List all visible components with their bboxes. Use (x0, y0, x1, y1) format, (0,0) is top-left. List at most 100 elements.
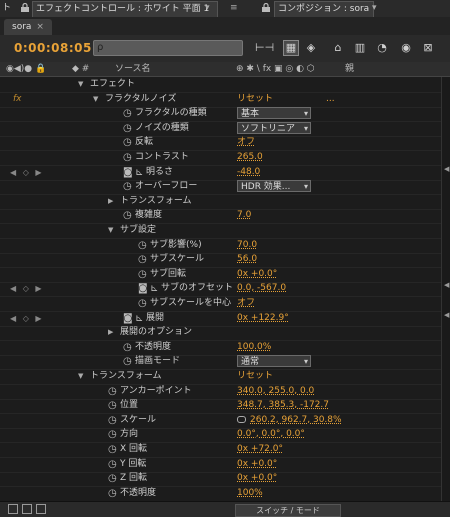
property-value[interactable]: 7.0 (237, 208, 251, 223)
graph-editor-icon[interactable]: ◉ (398, 40, 414, 56)
parent-column-header[interactable]: 親 (345, 62, 354, 76)
property-dropdown[interactable]: 基本 (237, 107, 311, 120)
property-value[interactable]: 0x +0.0° (237, 457, 277, 472)
property-value[interactable]: 0x +0.0° (237, 267, 277, 282)
stopwatch-icon[interactable]: ◷ (123, 106, 132, 121)
property-row[interactable]: ◷ X 回転 0x +72.0° (0, 442, 450, 458)
property-row[interactable]: ◷ 方向 0.0°, 0.0°, 0.0° (0, 427, 450, 443)
panel-menu-icon[interactable]: ≡ (230, 1, 238, 16)
property-row[interactable]: ▼ エフェクト (0, 77, 450, 93)
stopwatch-icon[interactable]: ◙ (123, 311, 133, 326)
ripple-icon[interactable]: ⊢⊣ (255, 40, 274, 56)
property-value[interactable]: 348.7, 385.3, -172.7 (237, 398, 329, 413)
keyframe-marker-icon[interactable]: ◀ (444, 165, 449, 173)
transfer-controls-icon[interactable] (22, 504, 32, 514)
property-row[interactable]: ◷ サブスケール 56.0 (0, 252, 450, 268)
property-row[interactable]: ◷ サブスケールを中心 オフ (0, 296, 450, 312)
chevron-down-icon[interactable]: ▾ (372, 1, 377, 16)
stopwatch-icon[interactable]: ◷ (123, 208, 132, 223)
stopwatch-icon[interactable]: ◷ (108, 457, 117, 472)
property-dropdown[interactable]: ソフトリニア (237, 122, 311, 135)
twirl-down-icon[interactable]: ▼ (78, 77, 83, 92)
av-column-header[interactable]: ◉◀)● 🔒 (6, 62, 46, 76)
stopwatch-icon[interactable]: ◷ (108, 486, 117, 501)
stopwatch-icon[interactable]: ◷ (123, 179, 132, 194)
property-dropdown[interactable]: HDR 効果... (237, 180, 311, 193)
stopwatch-icon[interactable]: ◷ (123, 354, 132, 369)
about-link[interactable]: ... (326, 92, 335, 107)
keyframe-navigator[interactable]: ◀ ◇ ▶ (10, 165, 44, 180)
property-row[interactable]: ◀ ◇ ▶ ◙ ⊾ サブのオフセット 0.0, -567.0 (0, 281, 450, 297)
property-dropdown[interactable]: 通常 (237, 355, 311, 368)
search-input[interactable]: ρ (93, 40, 243, 56)
label-column-header[interactable]: ◆ # (72, 62, 89, 76)
property-value[interactable]: 340.0, 255.0, 0.0 (237, 384, 314, 399)
property-value[interactable]: オフ (237, 135, 255, 150)
stopwatch-icon[interactable]: ◷ (123, 150, 132, 165)
layer-switch-icon[interactable] (8, 504, 18, 514)
twirl-down-icon[interactable]: ▼ (93, 92, 98, 107)
property-value[interactable]: 0x +122.9° (237, 311, 289, 326)
switches-modes-toggle[interactable]: スイッチ / モード (235, 504, 341, 517)
stopwatch-icon[interactable]: ◷ (123, 340, 132, 355)
keyframe-navigator[interactable]: ◀ ◇ ▶ (10, 311, 44, 326)
stopwatch-icon[interactable]: ◷ (123, 135, 132, 150)
twirl-down-icon[interactable]: ▼ (78, 369, 83, 384)
shy-layers-icon[interactable]: ⌂ (330, 40, 346, 56)
stopwatch-icon[interactable]: ◷ (138, 252, 147, 267)
property-value[interactable]: 0x +0.0° (237, 471, 277, 486)
property-value[interactable]: 260.2, 962.7, 30.8% (250, 413, 342, 428)
property-value[interactable]: 265.0 (237, 150, 263, 165)
property-row[interactable]: ▼ サブ設定 (0, 223, 450, 239)
source-name-column-header[interactable]: ソース名 (115, 62, 151, 76)
stopwatch-icon[interactable]: ◷ (108, 413, 117, 428)
in-out-icon[interactable] (36, 504, 46, 514)
property-row[interactable]: ▼ トランスフォーム リセット (0, 369, 450, 385)
graph-icon[interactable]: ⊾ (150, 281, 158, 296)
chevron-down-icon[interactable]: ▾ (205, 1, 210, 16)
motion-blur-icon[interactable]: ◔ (374, 40, 390, 56)
property-row[interactable]: ◷ 位置 348.7, 385.3, -172.7 (0, 398, 450, 414)
property-row[interactable]: ◷ フラクタルの種類 基本 (0, 106, 450, 122)
comp-flowchart-icon[interactable]: ▦ (283, 40, 299, 56)
stopwatch-icon[interactable]: ◷ (108, 471, 117, 486)
reset-link[interactable]: リセット (237, 92, 273, 107)
tab-sora[interactable]: sora × (4, 19, 52, 35)
graph-icon[interactable]: ⊾ (135, 165, 143, 180)
property-row[interactable]: ◷ 複雑度 7.0 (0, 208, 450, 224)
property-value[interactable]: 70.0 (237, 238, 257, 253)
twirl-right-icon[interactable]: ▶ (108, 325, 113, 340)
close-icon[interactable]: × (36, 22, 44, 32)
property-row[interactable]: ◷ 描画モード 通常 (0, 354, 450, 370)
property-value[interactable]: 100% (237, 486, 263, 501)
composition-tab[interactable]: コンポジション : sora (274, 1, 374, 18)
property-value[interactable]: 100.0% (237, 340, 271, 355)
stopwatch-icon[interactable]: ◷ (108, 398, 117, 413)
property-value[interactable]: オフ (237, 296, 255, 311)
twirl-down-icon[interactable]: ▼ (108, 223, 113, 238)
property-value[interactable]: 0x +72.0° (237, 442, 283, 457)
property-row[interactable]: ◷ Z 回転 0x +0.0° (0, 471, 450, 487)
switches-column-header[interactable]: ⊕ ✱ \ fx ▣ ◎ ◐ ⬡ (236, 62, 315, 76)
property-value[interactable]: 0.0°, 0.0°, 0.0° (237, 427, 305, 442)
stopwatch-icon[interactable]: ◷ (138, 296, 147, 311)
stopwatch-icon[interactable]: ◷ (108, 442, 117, 457)
property-value[interactable]: 56.0 (237, 252, 257, 267)
twirl-right-icon[interactable]: ▶ (108, 194, 113, 209)
brainstorm-icon[interactable]: ⊠ (420, 40, 436, 56)
frame-blend-icon[interactable]: ▥ (352, 40, 368, 56)
lock-icon[interactable] (262, 3, 270, 12)
reset-link[interactable]: リセット (237, 369, 273, 384)
stopwatch-icon[interactable]: ◷ (138, 267, 147, 282)
stopwatch-icon[interactable]: ◷ (138, 238, 147, 253)
keyframe-marker-icon[interactable]: ◀ (444, 311, 449, 319)
stopwatch-icon[interactable]: ◙ (138, 281, 148, 296)
lock-icon[interactable] (21, 3, 29, 12)
property-value[interactable]: 0.0, -567.0 (237, 281, 286, 296)
stopwatch-icon[interactable]: ◷ (108, 427, 117, 442)
constrain-proportions-icon[interactable] (237, 416, 246, 423)
stopwatch-icon[interactable]: ◙ (123, 165, 133, 180)
keyframe-marker-icon[interactable]: ◀ (444, 281, 449, 289)
keyframe-navigator[interactable]: ◀ ◇ ▶ (10, 281, 44, 296)
3d-draft-icon[interactable]: ◈ (303, 40, 319, 56)
